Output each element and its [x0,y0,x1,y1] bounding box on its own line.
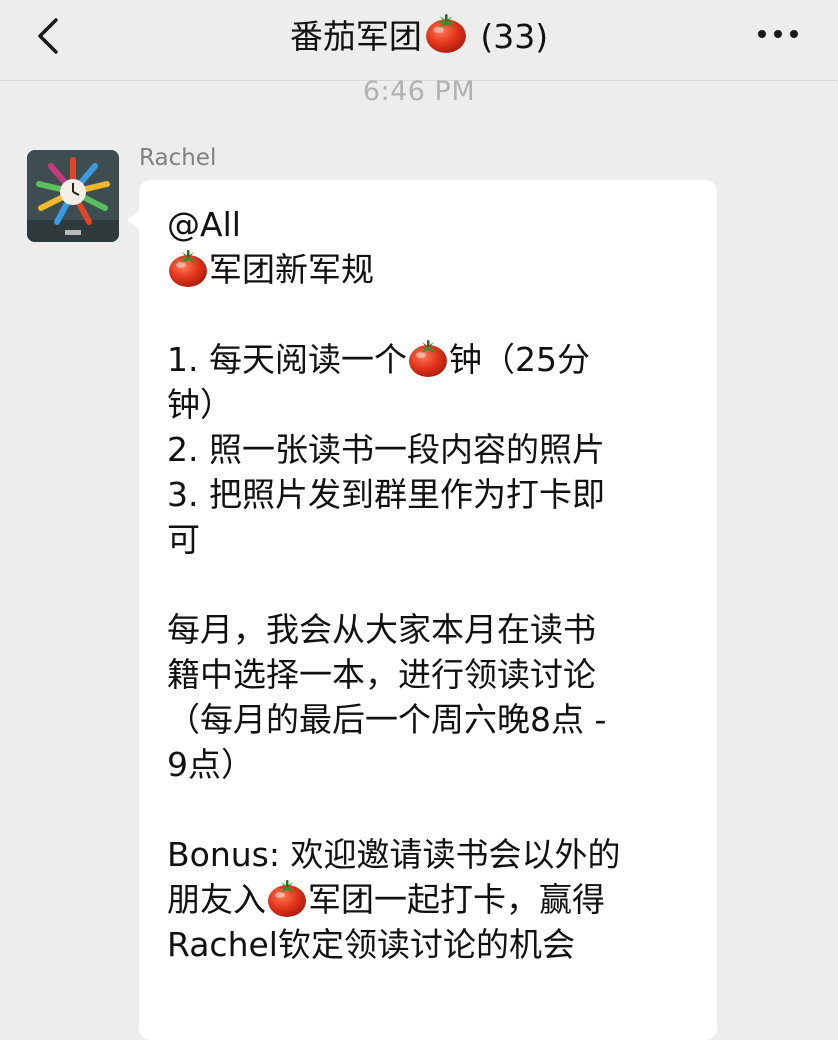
tomato-icon [407,338,449,378]
message-text: 军团一起打卡，赢得 [308,880,605,919]
message-bubble[interactable]: @All 军团新军规 1. 每天阅读一个 钟（25分 钟） 2. 照一张读书一段内… [127,180,717,1040]
message-text: 朋友入 [167,880,266,919]
message-line: Rachel钦定领读讨论的机会 [167,925,575,964]
message-text: 军团新军规 [209,250,374,289]
message-text: 钟（25分 [448,340,590,379]
message-line: 军团新军规 [167,247,691,292]
message-line: 钟） [167,385,233,424]
tomato-icon [266,878,308,918]
chat-title-name: 番茄军团 [289,17,422,56]
message-line: 籍中选择一本，进行领读讨论 [167,655,596,694]
tomato-icon [424,12,468,54]
chat-member-count: (33) [469,17,549,56]
tomato-icon [167,248,209,288]
more-dots-icon [758,30,798,38]
message-line: 9点） [167,745,254,784]
chat-title: 番茄军团 (33) [0,12,838,59]
message-line: 每月，我会从大家本月在读书 [167,610,596,649]
clock-avatar-icon [27,150,119,242]
message-line: 3. 把照片发到群里作为打卡即 [167,475,605,514]
message-line: 2. 照一张读书一段内容的照片 [167,430,605,469]
message-line: Bonus: 欢迎邀请读书会以外的 [167,835,621,874]
message-line: 1. 每天阅读一个 钟（25分 [167,337,691,382]
message-line: @All [167,205,241,244]
message-line: （每月的最后一个周六晚8点 - [167,700,607,739]
sender-name: Rachel [139,145,217,171]
message-text: 1. 每天阅读一个 [167,340,407,379]
avatar[interactable] [27,150,119,242]
message-timestamp: 6:46 PM [362,76,476,107]
more-button[interactable] [748,14,808,54]
message-line: 朋友入 军团一起打卡，赢得 [167,877,691,922]
nav-bar: 番茄军团 (33) [0,0,838,81]
message-line: 可 [167,520,200,559]
